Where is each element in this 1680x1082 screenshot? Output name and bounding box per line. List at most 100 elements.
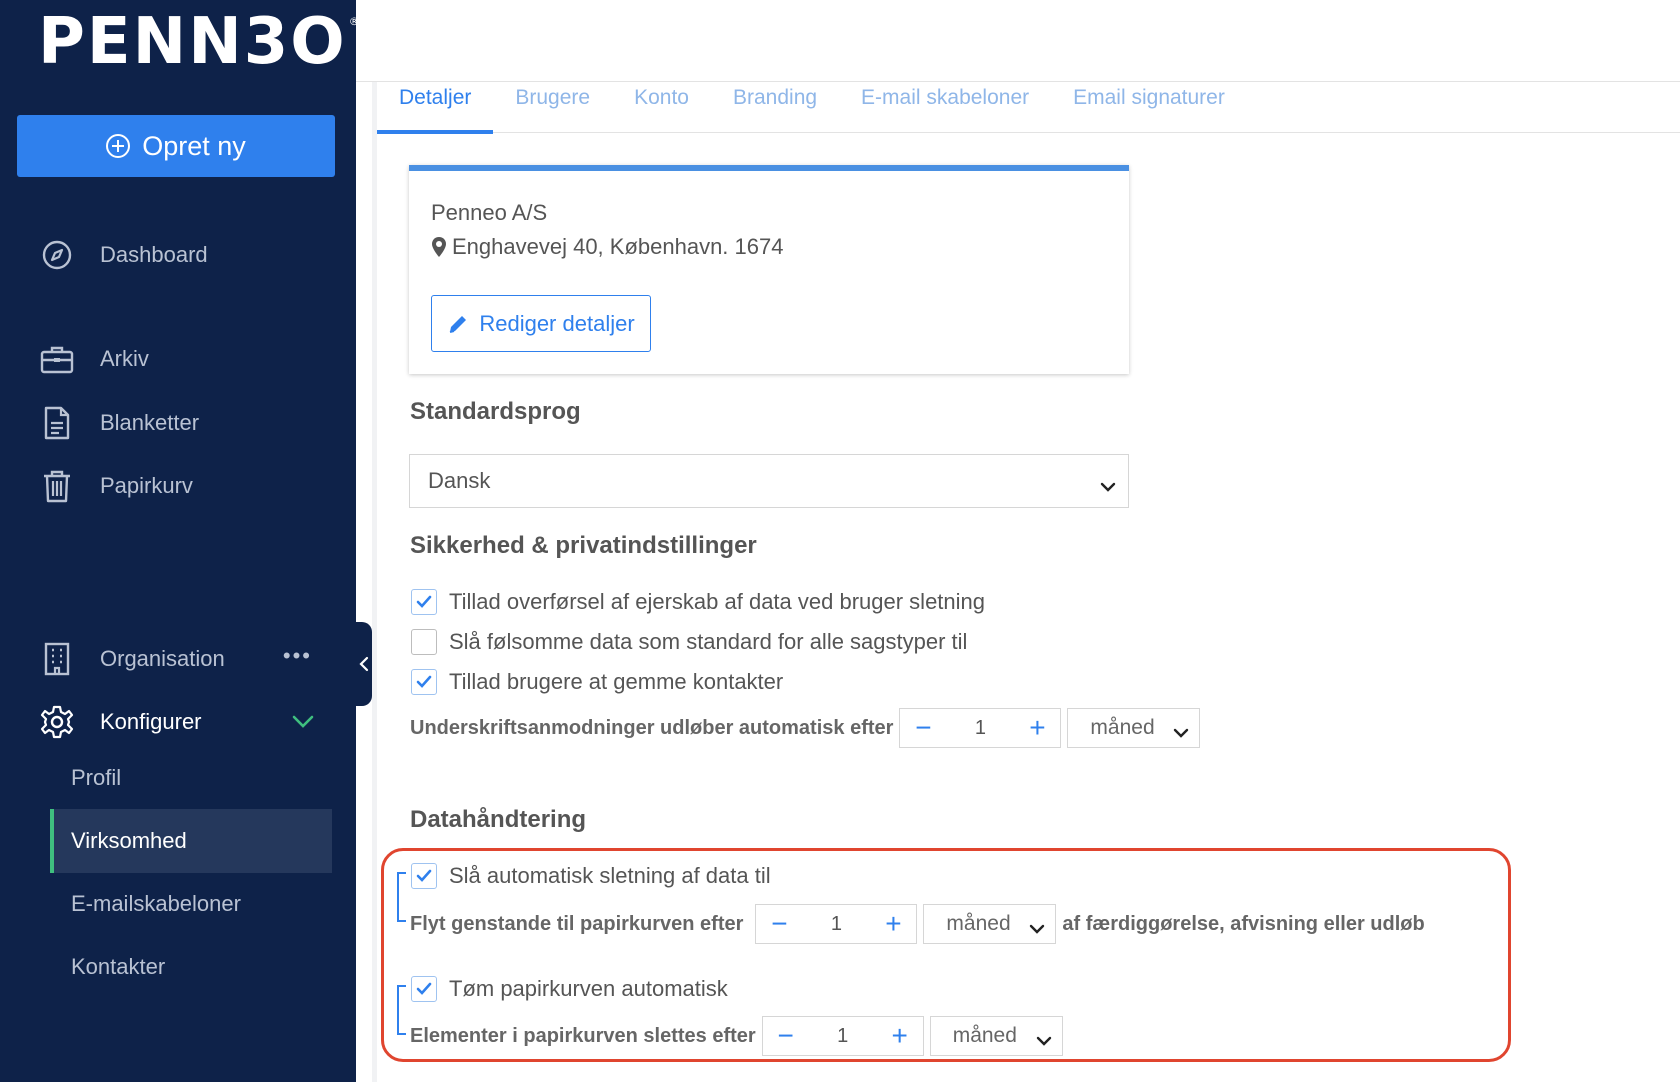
sidebar-item-blanketter[interactable]: Blanketter <box>0 398 356 448</box>
chevron-down-icon <box>1173 721 1189 745</box>
sidebar-subitem-kontakter[interactable]: Kontakter <box>50 935 332 999</box>
purge-trash-unit-select[interactable]: måned <box>929 1016 1063 1056</box>
signature-expiry-row: Underskriftsanmodninger udløber automati… <box>410 708 1201 748</box>
sidebar-item-dashboard[interactable]: Dashboard <box>0 230 356 280</box>
auto-delete-option: Slå automatisk sletning af data til <box>411 861 771 891</box>
company-card: Penneo A/S Enghavevej 40, København. 167… <box>409 165 1129 374</box>
decrement-button[interactable]: − <box>900 709 946 747</box>
sidebar-item-organisation[interactable]: Organisation ••• <box>0 634 356 684</box>
checkbox[interactable] <box>411 589 437 615</box>
move-to-trash-row: Flyt genstande til papirkurven efter − 1… <box>410 904 1425 944</box>
sidebar: PENN3O ® Opret ny Dashboard Arkiv Blanke… <box>0 0 360 1082</box>
tab-brugere[interactable]: Brugere <box>493 82 612 133</box>
sidebar-subitem-profil[interactable]: Profil <box>50 746 332 810</box>
move-to-trash-suffix: af færdiggørelse, afvisning eller udløb <box>1062 912 1425 935</box>
check-icon <box>416 675 432 688</box>
checkbox[interactable] <box>411 976 437 1002</box>
sidebar-item-label: Blanketter <box>100 410 200 435</box>
group-bracket <box>397 985 406 1035</box>
stepper-value[interactable]: 1 <box>802 913 870 936</box>
tab-branding[interactable]: Branding <box>711 82 839 133</box>
sidebar-item-papirkurv[interactable]: Papirkurv <box>0 461 356 511</box>
stepper-value[interactable]: 1 <box>809 1025 877 1048</box>
increment-button[interactable]: + <box>1014 709 1060 747</box>
language-selected-value: Dansk <box>428 468 491 493</box>
tab-email-skabeloner[interactable]: E-mail skabeloner <box>839 82 1051 133</box>
increment-button[interactable]: + <box>870 905 916 943</box>
tab-konto[interactable]: Konto <box>612 82 711 133</box>
gear-icon <box>40 705 74 739</box>
security-option-transfer-ownership: Tillad overførsel af ejerskab af data ve… <box>411 587 985 617</box>
address-text: Enghavevej 40, København. 1674 <box>452 234 784 259</box>
edit-details-label: Rediger detaljer <box>479 310 635 336</box>
purge-trash-label: Elementer i papirkurven slettes efter <box>410 1024 756 1047</box>
checkbox-label: Slå automatisk sletning af data til <box>449 863 771 888</box>
company-name: Penneo A/S <box>431 200 548 225</box>
language-heading: Standardsprog <box>410 398 581 425</box>
map-pin-icon <box>432 237 446 257</box>
security-option-sensitive-data: Slå følsomme data som standard for alle … <box>411 627 967 657</box>
sidebar-item-konfigurer[interactable]: Konfigurer <box>0 697 356 747</box>
top-bar <box>356 0 1680 82</box>
signature-expiry-unit-select[interactable]: måned <box>1067 708 1201 748</box>
stepper-value[interactable]: 1 <box>946 717 1014 740</box>
compass-icon <box>40 238 74 272</box>
company-address: Enghavevej 40, København. 1674 <box>431 234 783 260</box>
group-bracket <box>397 872 406 922</box>
move-to-trash-label: Flyt genstande til papirkurven efter <box>410 912 744 935</box>
unit-value: måned <box>952 1024 1017 1047</box>
purge-trash-stepper: − 1 + <box>761 1016 924 1056</box>
settings-tabs: Detaljer Brugere Konto Branding E-mail s… <box>377 82 1680 134</box>
create-new-label: Opret ny <box>142 130 246 161</box>
checkbox-label: Tillad brugere at gemme kontakter <box>449 669 784 694</box>
tab-email-signaturer[interactable]: Email signaturer <box>1051 82 1247 133</box>
sidebar-item-arkiv[interactable]: Arkiv <box>0 334 356 384</box>
sidebar-subitem-emailskabeloner[interactable]: E-mailskabeloner <box>50 872 332 936</box>
empty-trash-option: Tøm papirkurven automatisk <box>411 974 728 1004</box>
chevron-down-icon <box>1036 1029 1052 1053</box>
briefcase-icon <box>40 342 74 376</box>
more-options-icon[interactable]: ••• <box>283 643 312 669</box>
sidebar-item-label: Dashboard <box>100 242 208 267</box>
building-icon <box>40 642 74 676</box>
plus-circle-icon <box>106 134 131 158</box>
chevron-down-icon <box>1100 473 1116 499</box>
collapse-sidebar-button[interactable] <box>356 622 372 706</box>
edit-details-button[interactable]: Rediger detaljer <box>431 295 651 352</box>
sidebar-subitem-virksomhed[interactable]: Virksomhed <box>50 809 332 873</box>
unit-value: måned <box>946 912 1011 935</box>
decrement-button[interactable]: − <box>756 905 802 943</box>
check-icon <box>416 869 432 882</box>
signature-expiry-label: Underskriftsanmodninger udløber automati… <box>410 716 894 739</box>
content-divider <box>372 82 377 1082</box>
document-icon <box>40 406 74 440</box>
checkbox-label: Tøm papirkurven automatisk <box>449 976 728 1001</box>
move-to-trash-stepper: − 1 + <box>755 904 918 944</box>
sidebar-item-label: Konfigurer <box>100 709 202 734</box>
check-icon <box>416 595 432 608</box>
create-new-button[interactable]: Opret ny <box>17 115 335 177</box>
chevron-down-icon <box>1029 917 1045 941</box>
trash-icon <box>40 469 74 503</box>
decrement-button[interactable]: − <box>763 1017 809 1055</box>
language-select[interactable]: Dansk <box>409 454 1129 508</box>
pencil-icon <box>450 315 467 333</box>
logo-text: PENN3O <box>38 5 347 79</box>
signature-expiry-stepper: − 1 + <box>899 708 1062 748</box>
checkbox-label: Tillad overførsel af ejerskab af data ve… <box>449 589 986 614</box>
penneo-logo[interactable]: PENN3O ® <box>38 5 360 79</box>
sidebar-item-label: Papirkurv <box>100 473 193 498</box>
data-handling-heading: Datahåndtering <box>410 806 587 833</box>
chevron-down-icon[interactable] <box>292 709 314 735</box>
checkbox[interactable] <box>411 629 437 655</box>
checkbox[interactable] <box>411 863 437 889</box>
move-to-trash-unit-select[interactable]: måned <box>923 904 1057 944</box>
checkbox[interactable] <box>411 669 437 695</box>
unit-value: måned <box>1090 716 1155 739</box>
chevron-left-icon <box>359 656 369 672</box>
checkbox-label: Slå følsomme data som standard for alle … <box>449 629 968 654</box>
security-option-save-contacts: Tillad brugere at gemme kontakter <box>411 667 783 697</box>
purge-trash-row: Elementer i papirkurven slettes efter − … <box>410 1016 1063 1056</box>
tab-detaljer[interactable]: Detaljer <box>377 82 494 134</box>
increment-button[interactable]: + <box>877 1017 923 1055</box>
